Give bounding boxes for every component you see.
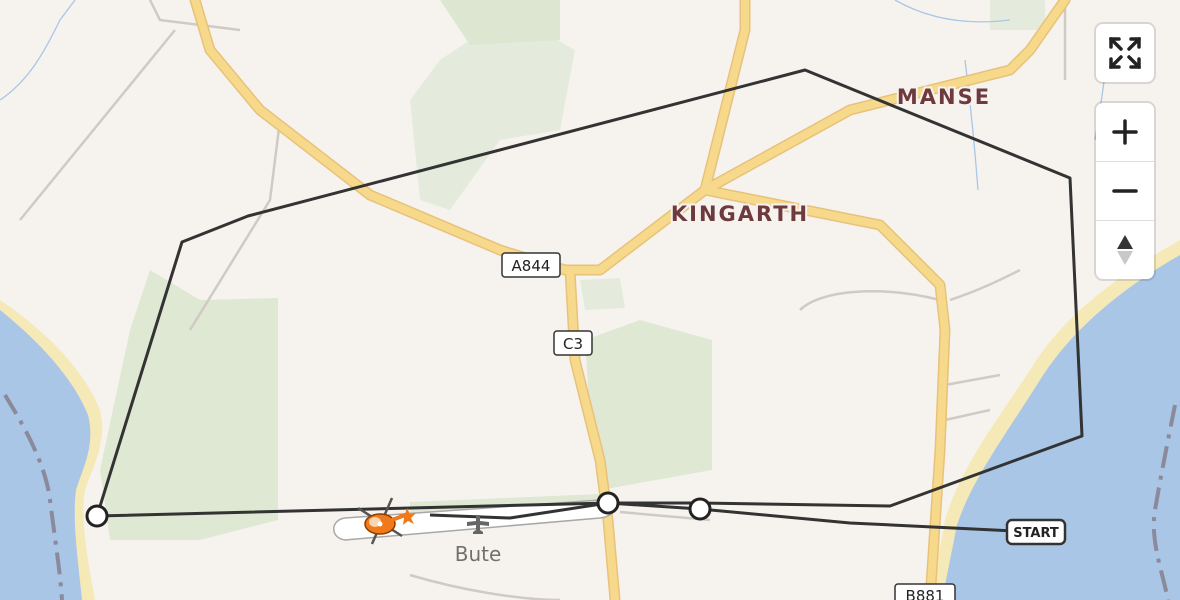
zoom-out-button[interactable] [1096, 161, 1154, 220]
place-label-kingarth: KINGARTH [671, 202, 809, 226]
park-small [580, 278, 625, 310]
park-northeast [990, 0, 1045, 30]
road-shield-b881-text: B881 [906, 587, 945, 600]
map-canvas[interactable]: START A844 C3 B881 MANSE KINGARTH Bute [0, 0, 1180, 600]
plus-icon [1112, 119, 1138, 145]
minus-icon [1112, 189, 1138, 193]
road-shield-a844: A844 [501, 252, 561, 278]
route-start-label[interactable]: START [1005, 518, 1067, 546]
route-waypoint-east[interactable] [688, 497, 712, 521]
compass-icon [1117, 235, 1133, 265]
route-waypoint-west[interactable] [85, 504, 109, 528]
road-shield-c3-text: C3 [563, 335, 583, 353]
start-label-text: START [1013, 526, 1059, 541]
compass-button[interactable] [1096, 220, 1154, 279]
fullscreen-control [1096, 24, 1154, 82]
zoom-control [1096, 103, 1154, 279]
fullscreen-button[interactable] [1096, 24, 1154, 82]
airport-label: Bute [455, 542, 502, 566]
road-shield-a844-text: A844 [512, 257, 551, 275]
road-shield-b881: B881 [894, 583, 956, 600]
fullscreen-icon [1109, 37, 1141, 69]
place-label-manse: MANSE [897, 85, 991, 109]
zoom-in-button[interactable] [1096, 103, 1154, 161]
road-shield-c3: C3 [553, 330, 593, 356]
route-waypoint-center[interactable] [596, 491, 620, 515]
